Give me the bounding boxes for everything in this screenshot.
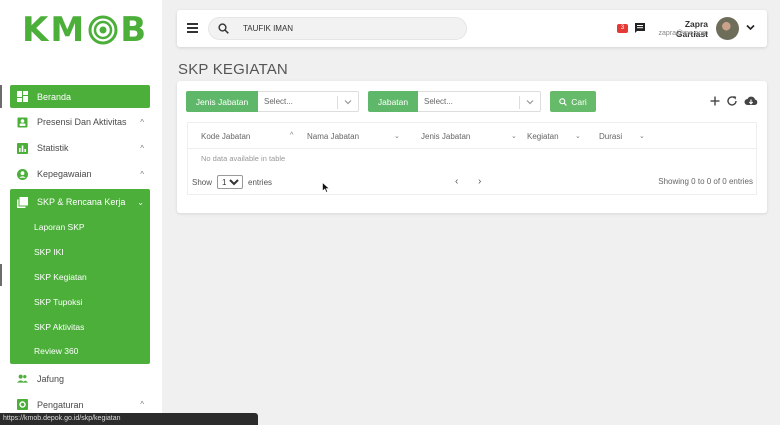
- select-placeholder: Select...: [264, 97, 293, 106]
- settings-icon: [17, 399, 28, 411]
- page-title: SKP KEGIATAN: [178, 61, 288, 78]
- sidebar-item-skp-rencana-kerja[interactable]: SKP & Rencana Kerja ⌄: [10, 189, 150, 215]
- sort-icon: ⌄: [511, 133, 517, 140]
- jabatan-label: Jabatan: [368, 91, 418, 112]
- sidebar-item-beranda[interactable]: Beranda: [10, 85, 150, 108]
- sidebar-item-label: Statistik: [37, 143, 69, 153]
- chevron-down-icon: [526, 100, 534, 105]
- sort-icon: ⌄: [639, 133, 645, 140]
- sub-active-indicator: [0, 264, 2, 286]
- kmob-logo[interactable]: K M B: [22, 10, 148, 50]
- sidebar-item-label: Jafung: [37, 373, 65, 384]
- table-info: Showing 0 to 0 of 0 entries: [658, 177, 753, 186]
- sort-icon: ⌄: [394, 133, 400, 140]
- top-bar: 3 Zapra Gartiast zapra@me.com: [177, 10, 767, 47]
- sidebar: K M B Beranda Presensi Dan Aktivitas ^ S…: [0, 0, 162, 425]
- jenis-jabatan-select[interactable]: Select...: [258, 91, 359, 112]
- column-header-jenis-jabatan[interactable]: Jenis Jabatan ⌄: [421, 132, 517, 141]
- column-label: Nama Jabatan: [307, 132, 360, 141]
- notification-badge[interactable]: 3: [617, 24, 628, 33]
- sidebar-item-label: Pengaturan: [37, 399, 84, 410]
- data-table: Kode Jabatan ^ Nama Jabatan ⌄ Jenis Jaba…: [187, 122, 757, 195]
- previous-page-button[interactable]: ‹: [455, 176, 458, 187]
- column-label: Durasi: [599, 132, 623, 141]
- logo-letter-m: M: [50, 10, 87, 50]
- sort-icon: ^: [290, 132, 294, 139]
- logo-letter-b: B: [120, 10, 149, 50]
- people-icon: [17, 373, 28, 384]
- sidebar-item-label: Kepegawaian: [37, 169, 92, 179]
- sidebar-item-kepegawaian[interactable]: Kepegawaian ^: [10, 161, 150, 187]
- column-label: Kode Jabatan: [201, 132, 251, 141]
- sidebar-subitem-skp-aktivitas[interactable]: SKP Aktivitas: [10, 314, 150, 339]
- search-icon: [218, 23, 229, 34]
- chevron-up-icon: ^: [140, 117, 144, 127]
- chevron-up-icon: ^: [140, 400, 144, 410]
- cari-button[interactable]: Cari: [550, 91, 596, 112]
- sidebar-subitem-review-360[interactable]: Review 360: [10, 339, 150, 364]
- sidebar-group-skp: SKP & Rencana Kerja ⌄ Laporan SKP SKP IK…: [10, 189, 150, 364]
- sidebar-nav: Beranda Presensi Dan Aktivitas ^ Statist…: [10, 85, 150, 418]
- chevron-down-icon: [344, 100, 352, 105]
- search-icon: [559, 97, 568, 106]
- page-size-select[interactable]: 10: [217, 175, 244, 189]
- chart-icon: [17, 142, 28, 154]
- cloud-download-icon[interactable]: [744, 95, 758, 107]
- person-badge-icon: [17, 117, 28, 128]
- library-icon: [17, 196, 28, 208]
- select-placeholder: Select...: [424, 97, 453, 106]
- entries-label: entries: [248, 177, 273, 187]
- page-size-control: Show 10 entries: [192, 175, 272, 189]
- chat-icon[interactable]: [634, 22, 646, 34]
- sidebar-item-statistik[interactable]: Statistik ^: [10, 135, 150, 161]
- user-email: zapra@me.com: [658, 30, 708, 37]
- sidebar-item-label: SKP & Rencana Kerja: [37, 197, 126, 207]
- column-label: Kegiatan: [527, 132, 559, 141]
- chevron-up-icon: ^: [140, 169, 144, 179]
- empty-table-message: No data available in table: [201, 154, 286, 163]
- jabatan-select[interactable]: Select...: [418, 91, 541, 112]
- search-input[interactable]: [243, 24, 443, 33]
- column-label: Jenis Jabatan: [421, 132, 471, 141]
- sidebar-item-presensi[interactable]: Presensi Dan Aktivitas ^: [10, 109, 150, 135]
- refresh-icon[interactable]: [726, 95, 738, 107]
- sidebar-subitem-skp-kegiatan[interactable]: SKP Kegiatan: [10, 265, 150, 290]
- chevron-down-icon: ⌄: [137, 197, 144, 207]
- sidebar-subitem-skp-tupoksi[interactable]: SKP Tupoksi: [10, 289, 150, 314]
- chevron-down-icon[interactable]: [746, 23, 755, 32]
- sidebar-subitem-skp-iki[interactable]: SKP IKI: [10, 240, 150, 265]
- show-label: Show: [192, 177, 213, 187]
- cari-button-label: Cari: [571, 96, 587, 107]
- content-card: Jenis Jabatan Select... Jabatan Select..…: [177, 81, 767, 213]
- status-bar-url: https://kmob.depok.go.id/skp/kegiatan: [0, 413, 258, 425]
- search-bar[interactable]: [208, 17, 467, 40]
- mouse-cursor-icon: [322, 182, 330, 193]
- column-header-nama-jabatan[interactable]: Nama Jabatan ⌄: [307, 132, 400, 141]
- chevron-up-icon: ^: [140, 143, 144, 153]
- table-header: Kode Jabatan ^ Nama Jabatan ⌄ Jenis Jaba…: [188, 123, 756, 149]
- sort-icon: ⌄: [575, 133, 581, 140]
- account-circle-icon: [17, 168, 28, 180]
- column-header-kegiatan[interactable]: Kegiatan ⌄: [527, 132, 581, 141]
- jenis-jabatan-label: Jenis Jabatan: [186, 91, 258, 112]
- sidebar-item-label: Beranda: [37, 91, 72, 102]
- avatar[interactable]: [716, 17, 739, 40]
- active-indicator: [0, 85, 2, 108]
- dashboard-icon: [17, 91, 28, 102]
- menu-icon[interactable]: [187, 23, 198, 33]
- next-page-button[interactable]: ›: [478, 176, 481, 187]
- column-header-kode-jabatan[interactable]: Kode Jabatan ^: [201, 132, 293, 141]
- add-icon[interactable]: [709, 95, 721, 107]
- column-header-durasi[interactable]: Durasi ⌄: [599, 132, 645, 141]
- logo-swirl-icon: [88, 15, 118, 45]
- sidebar-item-label: Presensi Dan Aktivitas: [37, 117, 127, 127]
- logo-letter-k: K: [22, 10, 51, 50]
- sidebar-item-jafung[interactable]: Jafung: [10, 366, 150, 392]
- sidebar-subitem-laporan-skp[interactable]: Laporan SKP: [10, 215, 150, 240]
